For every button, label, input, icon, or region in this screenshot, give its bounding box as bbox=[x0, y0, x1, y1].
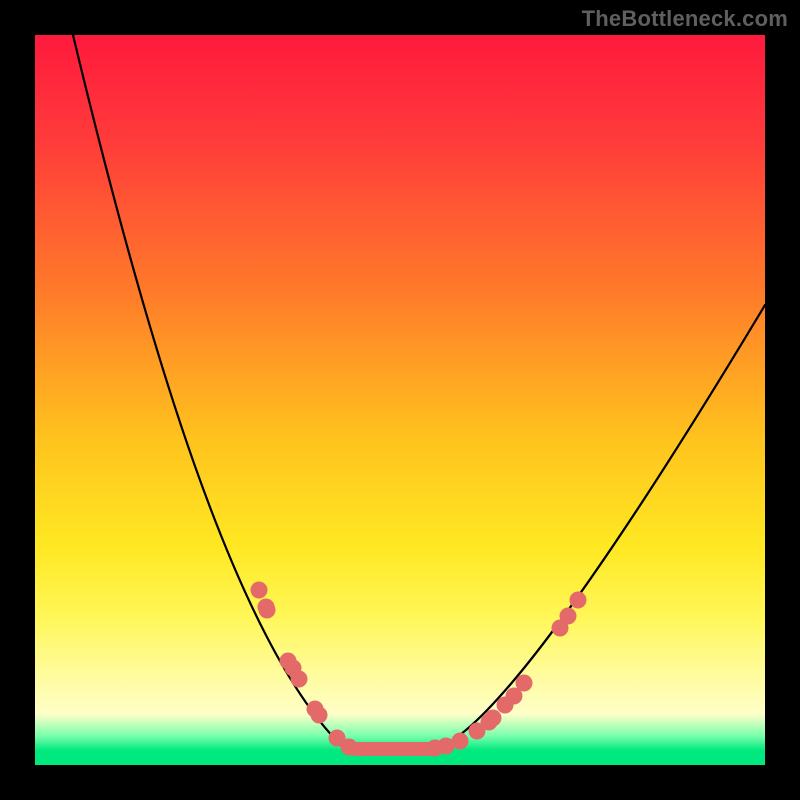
data-point bbox=[485, 710, 502, 727]
plot-area bbox=[35, 35, 765, 765]
data-point bbox=[251, 582, 268, 599]
data-point bbox=[291, 671, 308, 688]
data-point bbox=[516, 675, 533, 692]
data-point bbox=[560, 608, 577, 625]
data-point bbox=[570, 592, 587, 609]
data-point bbox=[311, 707, 328, 724]
valley-pill bbox=[349, 742, 437, 756]
data-point bbox=[259, 602, 276, 619]
bottleneck-curve bbox=[73, 35, 765, 749]
chart-svg bbox=[35, 35, 765, 765]
chart-frame: TheBottleneck.com bbox=[0, 0, 800, 800]
data-point bbox=[452, 733, 469, 750]
watermark-text: TheBottleneck.com bbox=[582, 6, 788, 32]
